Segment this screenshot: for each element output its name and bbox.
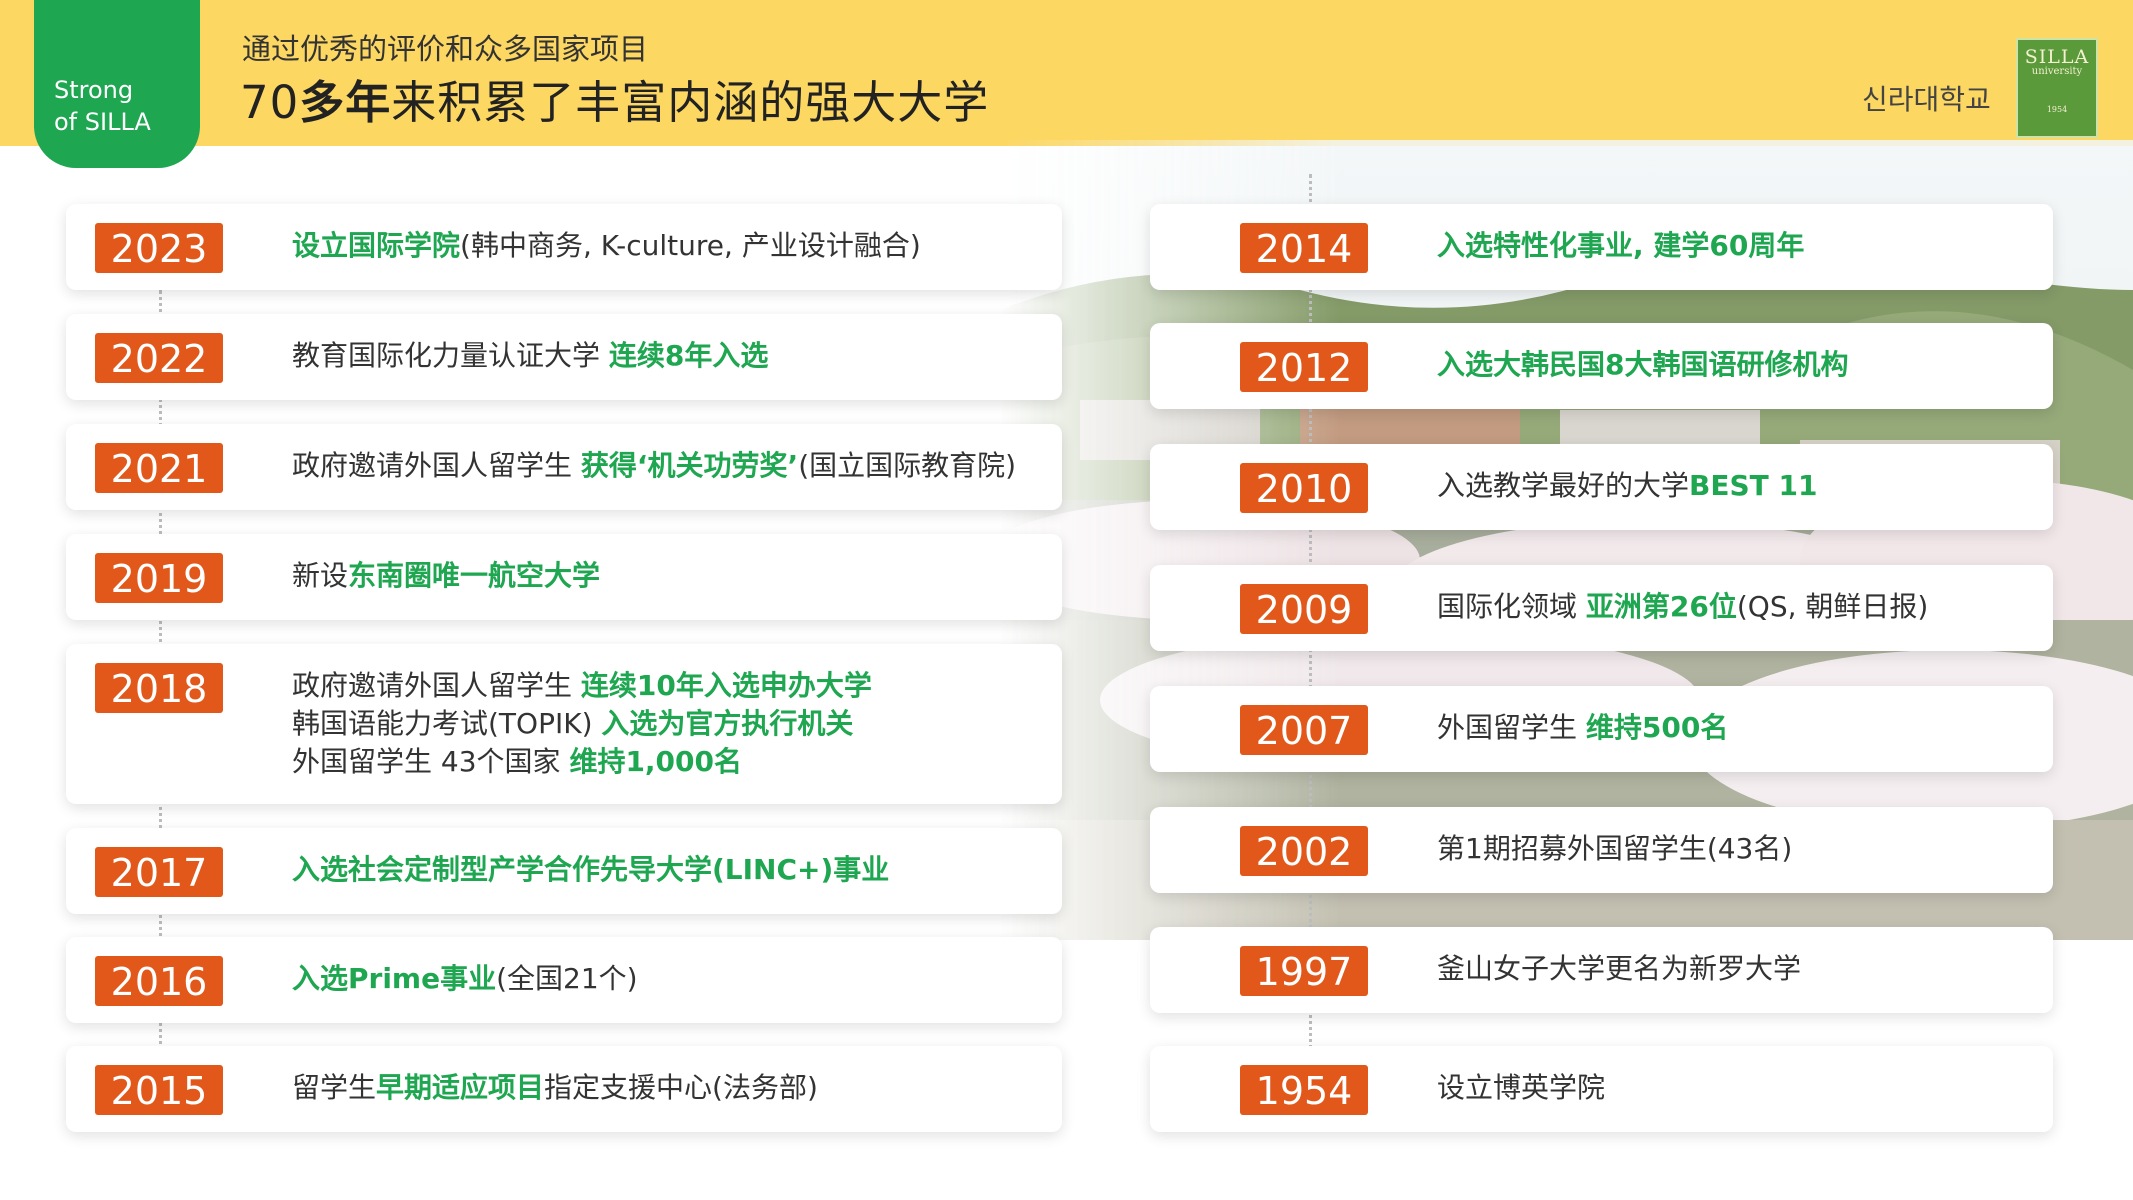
body-text: (QS, 朝鲜日报) (1736, 590, 1929, 623)
description-line: 设立国际学院(韩中商务, K-culture, 产业设计融合) (292, 227, 921, 265)
highlight-text: 入选大韩民国8大韩国语研修机构 (1437, 348, 1849, 381)
year-badge: 2022 (95, 333, 223, 383)
body-text: 外国留学生 (1437, 711, 1586, 744)
milestone-description: 政府邀请外国人留学生 连续10年入选申办大学 韩国语能力考试(TOPIK) 入选为… (292, 667, 872, 781)
body-text: 新设 (292, 559, 349, 592)
year-badge: 2010 (1240, 463, 1368, 513)
body-text: (韩中商务, K-culture, 产业设计融合) (460, 229, 921, 262)
milestone-description: 留学生早期适应项目指定支援中心(法务部) (292, 1069, 818, 1107)
highlight-text: 连续8年入选 (608, 339, 769, 372)
description-line: 入选Prime事业(全国21个) (292, 960, 638, 998)
description-line: 韩国语能力考试(TOPIK) 入选为官方执行机关 (292, 705, 872, 743)
year-badge: 2021 (95, 443, 223, 493)
description-line: 第1期招募外国留学生(43名) (1437, 830, 1792, 868)
description-line: 教育国际化力量认证大学 连续8年入选 (292, 337, 768, 375)
description-line: 釜山女子大学更名为新罗大学 (1437, 950, 1801, 988)
title-part-a: 70 (240, 76, 300, 129)
logo-text-silla: SILLA (2024, 46, 2090, 68)
description-line: 留学生早期适应项目指定支援中心(法务部) (292, 1069, 818, 1107)
highlight-text: 早期适应项目 (376, 1071, 545, 1104)
body-text: 政府邀请外国人留学生 (292, 449, 581, 482)
milestone-description: 入选特性化事业, 建学60周年 (1437, 227, 1804, 265)
page-title: 70多年来积累了丰富内涵的强大大学 (240, 66, 989, 131)
university-korean-name: 신라대학교 (1862, 83, 1991, 116)
logo-text-year: 1954 (2046, 105, 2068, 114)
description-line: 入选大韩民国8大韩国语研修机构 (1437, 346, 1848, 384)
year-badge: 1997 (1240, 946, 1368, 996)
milestone-description: 入选大韩民国8大韩国语研修机构 (1437, 346, 1848, 384)
milestone-description: 釜山女子大学更名为新罗大学 (1437, 950, 1801, 988)
body-text: (全国21个) (496, 962, 638, 995)
milestone-description: 设立国际学院(韩中商务, K-culture, 产业设计融合) (292, 227, 921, 265)
description-line: 新设东南圈唯一航空大学 (292, 557, 600, 595)
highlight-text: 入选特性化事业, 建学60周年 (1437, 229, 1805, 262)
strong-of-silla-badge: Strong of SILLA (34, 0, 200, 168)
body-text: 第1期招募外国留学生(43名) (1437, 832, 1793, 865)
body-text: 外国留学生 43个国家 (292, 745, 570, 778)
year-badge: 2019 (95, 553, 223, 603)
highlight-text: 维持500名 (1585, 711, 1729, 744)
milestone-description: 入选社会定制型产学合作先导大学(LINC+)事业 (292, 851, 889, 889)
highlight-text: 设立国际学院 (292, 229, 461, 262)
year-badge: 2012 (1240, 342, 1368, 392)
milestone-description: 入选Prime事业(全国21个) (292, 960, 638, 998)
year-badge: 2009 (1240, 584, 1368, 634)
milestone-description: 国际化领域 亚洲第26位(QS, 朝鲜日报) (1437, 588, 1928, 626)
highlight-text: 东南圈唯一航空大学 (348, 559, 601, 592)
year-badge: 2017 (95, 847, 223, 897)
highlight-text: 亚洲第26位 (1585, 590, 1737, 623)
highlight-text: 入选为官方执行机关 (601, 707, 854, 740)
body-text: 国际化领域 (1437, 590, 1586, 623)
body-text: 教育国际化力量认证大学 (292, 339, 609, 372)
milestone-description: 设立博英学院 (1437, 1069, 1605, 1107)
description-line: 设立博英学院 (1437, 1069, 1605, 1107)
description-line: 政府邀请外国人留学生 获得‘机关功劳奖’(国立国际教育院) (292, 447, 1016, 485)
year-badge: 2023 (95, 223, 223, 273)
description-line: 政府邀请外国人留学生 连续10年入选申办大学 (292, 667, 872, 705)
highlight-text: 入选社会定制型产学合作先导大学(LINC+)事业 (292, 853, 890, 886)
body-text: 入选教学最好的大学 (1437, 469, 1690, 502)
page-subtitle: 通过优秀的评价和众多国家项目 (242, 32, 649, 66)
milestone-description: 入选教学最好的大学BEST 11 (1437, 467, 1817, 505)
year-badge: 2014 (1240, 223, 1368, 273)
description-line: 入选特性化事业, 建学60周年 (1437, 227, 1804, 265)
year-badge: 2002 (1240, 826, 1368, 876)
year-badge: 1954 (1240, 1065, 1368, 1115)
body-text: (国立国际教育院) (798, 449, 1017, 482)
title-part-b: 多年 (299, 76, 392, 129)
highlight-text: 获得‘机关功劳奖’ (580, 449, 799, 482)
header-bar: Strong of SILLA 通过优秀的评价和众多国家项目 70多年来积累了丰… (0, 0, 2133, 168)
highlight-text: 连续10年入选申办大学 (580, 669, 872, 702)
milestone-description: 教育国际化力量认证大学 连续8年入选 (292, 337, 768, 375)
highlight-text: 入选Prime事业 (292, 962, 497, 995)
body-text: 政府邀请外国人留学生 (292, 669, 581, 702)
badge-line-2: of SILLA (54, 108, 151, 136)
year-badge: 2015 (95, 1065, 223, 1115)
badge-line-1: Strong (54, 76, 134, 104)
body-text: 留学生 (292, 1071, 377, 1104)
description-line: 外国留学生 43个国家 维持1,000名 (292, 743, 872, 781)
body-text: 釜山女子大学更名为新罗大学 (1437, 952, 1802, 985)
description-line: 国际化领域 亚洲第26位(QS, 朝鲜日报) (1437, 588, 1928, 626)
milestone-description: 政府邀请外国人留学生 获得‘机关功劳奖’(国立国际教育院) (292, 447, 1016, 485)
title-part-c: 来积累了丰富内涵的强大大学 (391, 76, 990, 129)
description-line: 外国留学生 维持500名 (1437, 709, 1728, 747)
body-text: 指定支援中心(法务部) (544, 1071, 818, 1104)
year-badge: 2016 (95, 956, 223, 1006)
body-text: 韩国语能力考试(TOPIK) (292, 707, 602, 740)
milestone-description: 外国留学生 维持500名 (1437, 709, 1728, 747)
body-text: 设立博英学院 (1437, 1071, 1606, 1104)
silla-university-logo: SILLA university 1954 (2016, 38, 2098, 138)
highlight-text: BEST 11 (1689, 469, 1818, 502)
milestone-description: 第1期招募外国留学生(43名) (1437, 830, 1792, 868)
description-line: 入选教学最好的大学BEST 11 (1437, 467, 1817, 505)
highlight-text: 维持1,000名 (569, 745, 743, 778)
year-badge: 2007 (1240, 705, 1368, 755)
year-badge: 2018 (95, 663, 223, 713)
milestone-description: 新设东南圈唯一航空大学 (292, 557, 600, 595)
description-line: 入选社会定制型产学合作先导大学(LINC+)事业 (292, 851, 889, 889)
